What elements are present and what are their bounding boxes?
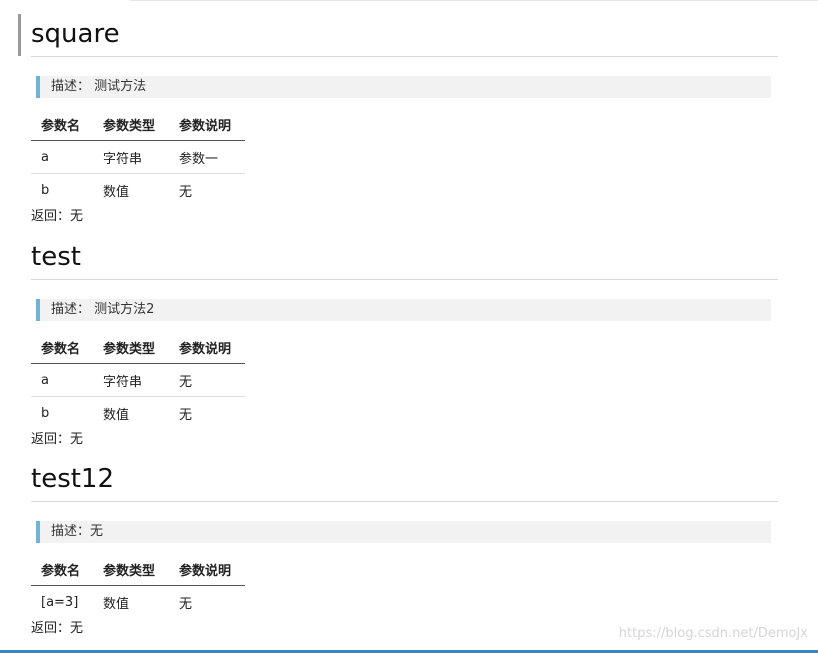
api-section-test: test 描述： 测试方法2 参数名 参数类型 参数说明 a 字符串 无 b 数…: [31, 239, 778, 449]
description-box: 描述： 测试方法: [36, 76, 771, 98]
table-row: b 数值 无: [31, 174, 245, 207]
left-accent-bar: [18, 14, 21, 56]
header-param-desc: 参数说明: [169, 554, 245, 586]
table-header-row: 参数名 参数类型 参数说明: [31, 332, 245, 364]
header-param-type: 参数类型: [93, 109, 169, 141]
cell-param-type: 字符串: [93, 363, 169, 397]
header-param-name: 参数名: [31, 109, 93, 141]
api-section-square: square 描述： 测试方法 参数名 参数类型 参数说明 a 字符串 参数一 …: [31, 16, 778, 226]
cell-param-desc: 无: [179, 596, 193, 612]
table-row: a 字符串 无: [31, 363, 245, 397]
cell-param-desc: 无: [179, 407, 193, 423]
cell-param-desc: 无: [169, 363, 245, 397]
header-param-type: 参数类型: [93, 332, 169, 364]
description-text: 描述： 测试方法2: [51, 302, 155, 317]
watermark-text: https://blog.csdn.net/DemoJx: [618, 626, 808, 641]
cell-param-name: [a=3]: [41, 594, 79, 610]
header-param-desc: 参数说明: [169, 332, 245, 364]
table-header-row: 参数名 参数类型 参数说明: [31, 109, 245, 141]
returns-text: 返回：无: [31, 432, 84, 447]
api-section-test12: test12 描述：无 参数名 参数类型 参数说明 [a=3] 数值 无 返回：…: [31, 461, 778, 638]
cell-param-desc: 参数一: [169, 140, 245, 174]
section-title: test12: [31, 464, 115, 494]
title-divider: [31, 56, 778, 57]
title-divider: [31, 501, 778, 502]
table-row: a 字符串 参数一: [31, 140, 245, 174]
cell-param-type: 数值: [103, 596, 130, 612]
params-table: 参数名 参数类型 参数说明 a 字符串 无 b 数值 无: [31, 332, 245, 429]
table-row: [a=3] 数值 无: [31, 586, 245, 619]
cell-param-name: a: [31, 140, 93, 174]
cell-param-type: 数值: [103, 184, 130, 200]
title-divider: [31, 279, 778, 280]
cell-param-name: b: [41, 182, 50, 198]
header-param-type: 参数类型: [93, 554, 169, 586]
params-table: 参数名 参数类型 参数说明 [a=3] 数值 无: [31, 554, 245, 618]
description-box: 描述： 测试方法2: [36, 299, 771, 321]
section-title: square: [31, 19, 120, 49]
table-header-row: 参数名 参数类型 参数说明: [31, 554, 245, 586]
top-divider: [130, 0, 818, 1]
description-box: 描述：无: [36, 521, 771, 543]
header-param-desc: 参数说明: [169, 109, 245, 141]
description-text: 描述： 测试方法: [51, 79, 147, 94]
description-text: 描述：无: [51, 524, 104, 539]
table-row: b 数值 无: [31, 397, 245, 430]
cell-param-desc: 无: [179, 184, 193, 200]
header-param-name: 参数名: [31, 332, 93, 364]
params-table: 参数名 参数类型 参数说明 a 字符串 参数一 b 数值 无: [31, 109, 245, 206]
header-param-name: 参数名: [31, 554, 93, 586]
cell-param-name: b: [41, 405, 50, 421]
cell-param-type: 字符串: [93, 140, 169, 174]
cell-param-type: 数值: [103, 407, 130, 423]
section-title: test: [31, 242, 81, 272]
returns-text: 返回：无: [31, 209, 84, 224]
cell-param-name: a: [31, 363, 93, 397]
